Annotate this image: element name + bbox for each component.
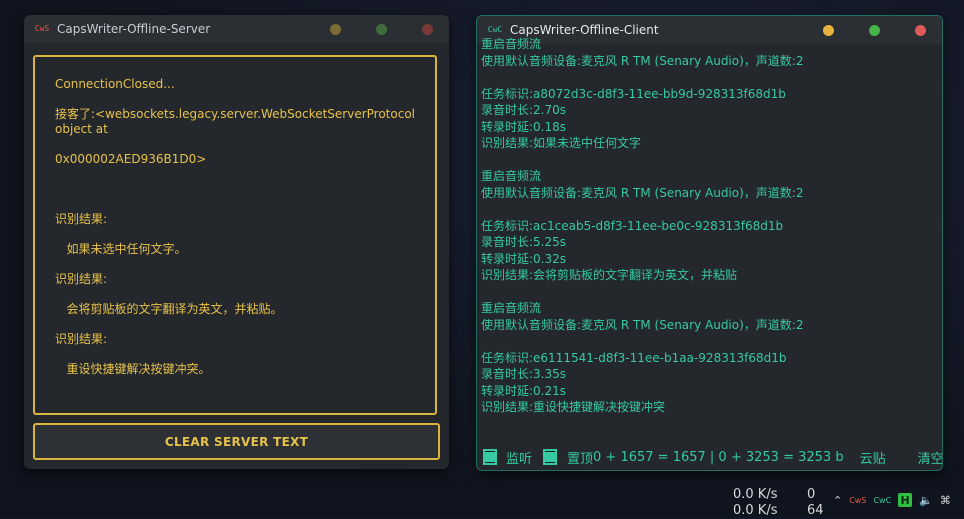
stats-text: 0 + 1657 = 1657 | 0 + 3253 = 3253 b: [593, 450, 844, 465]
taskbar-tray: 0.0 K/s 0.0 K/s 0 64 ⌃ CwS CwC H 🔈 ⌘: [720, 484, 964, 517]
server-text-line: ConnectionClosed...: [55, 77, 415, 92]
server-text-area[interactable]: ConnectionClosed... 接客了:<websockets.lega…: [33, 55, 437, 415]
server-window: CwS CapsWriter-Offline-Server Connection…: [24, 15, 449, 469]
client-log-line: 重启音频流: [481, 168, 939, 185]
client-log-area[interactable]: 重启音频流使用默认音频设备:麦克风 R TM (Senary Audio)，声道…: [481, 36, 939, 428]
client-log-line: [481, 152, 939, 169]
server-text-line: [55, 287, 415, 302]
server-titlebar[interactable]: CwS CapsWriter-Offline-Server: [24, 15, 449, 43]
client-log-line: 使用默认音频设备:麦克风 R TM (Senary Audio)，声道数:2: [481, 53, 939, 70]
maximize-button[interactable]: [376, 24, 387, 35]
minimize-button[interactable]: [330, 24, 341, 35]
client-app-icon: CwC: [485, 23, 505, 37]
client-log-line: 识别结果:重设快捷键解决按键冲突: [481, 399, 939, 416]
server-text-line: [55, 197, 415, 212]
server-text-line: object at: [55, 122, 415, 137]
caps-client-tray-icon[interactable]: CwC: [873, 496, 891, 505]
monitor-label: 监听: [506, 448, 532, 467]
server-app-icon: CwS: [32, 22, 52, 36]
client-log-line: 任务标识:a8072d3c-d8f3-11ee-bb9d-928313f68d1…: [481, 86, 939, 103]
minimize-button[interactable]: [823, 25, 834, 36]
client-log-line: 录音时长:3.35s: [481, 366, 939, 383]
server-text-line: 接客了:<websockets.legacy.server.WebSocketS…: [55, 107, 415, 122]
server-text-line: 0x000002AED936B1D0>: [55, 152, 415, 167]
server-text-line: [55, 347, 415, 362]
client-bottom-bar: 监听 置顶 0 + 1657 = 1657 | 0 + 3253 = 3253 …: [477, 444, 942, 470]
maximize-button[interactable]: [869, 25, 880, 36]
client-log-line: [481, 284, 939, 301]
server-text-line: [55, 182, 415, 197]
server-text-line: [55, 167, 415, 182]
server-text-line: [55, 227, 415, 242]
server-text-line: 识别结果:: [55, 212, 415, 227]
close-button[interactable]: [422, 24, 433, 35]
server-text-line: 如果未选中任何文字。: [55, 242, 415, 257]
network-speed: 0.0 K/s 0.0 K/s: [733, 487, 777, 519]
client-window-title: CapsWriter-Offline-Client: [510, 23, 823, 37]
server-text-line: 识别结果:: [55, 272, 415, 287]
client-log-line: [481, 333, 939, 350]
ime-icon[interactable]: ⌘: [940, 494, 951, 507]
client-log-line: [481, 201, 939, 218]
server-text-line: [55, 257, 415, 272]
server-window-title: CapsWriter-Offline-Server: [57, 22, 330, 36]
tray-value-1: 0: [807, 487, 824, 503]
speaker-icon[interactable]: 🔈: [919, 494, 933, 507]
client-window: CwC CapsWriter-Offline-Client 重启音频流使用默认音…: [476, 15, 943, 471]
monitor-checkbox[interactable]: [483, 449, 497, 465]
cloud-paste-button[interactable]: 云贴: [860, 448, 886, 467]
client-log-line: 重启音频流: [481, 36, 939, 53]
h-app-icon[interactable]: H: [898, 493, 912, 507]
server-text-line: [55, 137, 415, 152]
tray-icons: ⌃ CwS CwC H 🔈 ⌘: [833, 493, 958, 507]
caps-server-tray-icon[interactable]: CwS: [849, 496, 866, 505]
tray-values: 0 64: [807, 487, 824, 519]
close-button[interactable]: [915, 25, 926, 36]
client-log-line: 识别结果:会将剪贴板的文字翻译为英文，并粘贴: [481, 267, 939, 284]
server-text-line: 识别结果:: [55, 332, 415, 347]
clear-server-text-button[interactable]: CLEAR SERVER TEXT: [33, 423, 440, 460]
client-log-line: 使用默认音频设备:麦克风 R TM (Senary Audio)，声道数:2: [481, 185, 939, 202]
client-log-line: 转录时延:0.21s: [481, 383, 939, 400]
client-log-line: 转录时延:0.18s: [481, 119, 939, 136]
client-log-line: 识别结果:如果未选中任何文字: [481, 135, 939, 152]
net-up-speed: 0.0 K/s: [733, 487, 777, 503]
client-log-line: 任务标识:ac1ceab5-d8f3-11ee-be0c-928313f68d1…: [481, 218, 939, 235]
chevron-up-icon[interactable]: ⌃: [833, 494, 842, 507]
client-log-line: 录音时长:2.70s: [481, 102, 939, 119]
client-log-line: 重启音频流: [481, 300, 939, 317]
client-log-line: 录音时长:5.25s: [481, 234, 939, 251]
clear-button[interactable]: 清空: [918, 448, 943, 467]
top-label: 置顶: [567, 448, 593, 467]
top-checkbox[interactable]: [543, 449, 557, 465]
server-text-line: 会将剪贴板的文字翻译为英文，并粘贴。: [55, 302, 415, 317]
server-text-line: [55, 92, 415, 107]
client-log-line: 使用默认音频设备:麦克风 R TM (Senary Audio)，声道数:2: [481, 317, 939, 334]
server-text-line: 重设快捷键解决按键冲突。: [55, 362, 415, 377]
client-log-line: 任务标识:e6111541-d8f3-11ee-b1aa-928313f68d1…: [481, 350, 939, 367]
server-text-line: [55, 317, 415, 332]
client-log-line: [481, 69, 939, 86]
client-log-line: 转录时延:0.32s: [481, 251, 939, 268]
